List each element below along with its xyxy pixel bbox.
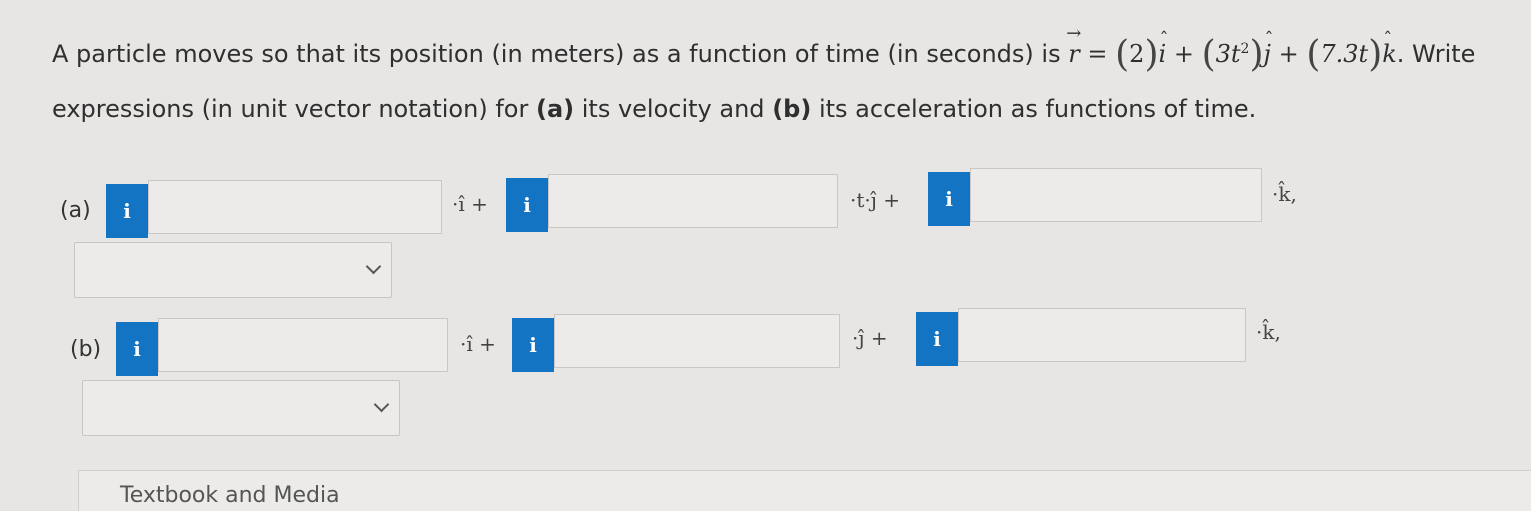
problem-text: A particle moves so that its position (i…: [52, 40, 1061, 68]
acceleration-i-input[interactable]: [158, 318, 448, 372]
info-icon[interactable]: i: [512, 318, 554, 372]
info-icon[interactable]: i: [506, 178, 548, 232]
info-icon[interactable]: i: [916, 312, 958, 366]
unit-j-hat: ·ĵ +: [852, 326, 888, 350]
acceleration-j-input[interactable]: [554, 314, 840, 368]
problem-statement: A particle moves so that its position (i…: [52, 7, 1517, 136]
position-equation: r = (2)i + (3t2)j + (7.3t)k: [1066, 7, 1397, 75]
info-icon[interactable]: i: [106, 184, 148, 238]
velocity-units-select[interactable]: [74, 242, 392, 298]
unit-i-hat: ·î +: [460, 332, 496, 356]
info-icon[interactable]: i: [116, 322, 158, 376]
part-b-label: (b): [70, 337, 102, 362]
velocity-j-input[interactable]: [548, 174, 838, 228]
vector-r: r: [1066, 7, 1082, 81]
acceleration-units-select[interactable]: [82, 380, 400, 436]
chevron-down-icon: [373, 396, 390, 413]
velocity-i-input[interactable]: [148, 180, 442, 234]
unit-k-hat: ·k̂,: [1272, 182, 1297, 206]
acceleration-k-input[interactable]: [958, 308, 1246, 362]
unit-i-hat: ·î +: [452, 192, 488, 216]
unit-k-hat: ·k̂,: [1256, 320, 1281, 344]
info-icon[interactable]: i: [928, 172, 970, 226]
velocity-k-input[interactable]: [970, 168, 1262, 222]
chevron-down-icon: [365, 258, 382, 275]
part-a-label: (a): [60, 198, 91, 223]
unit-t-j-hat: ·t·ĵ +: [850, 188, 901, 212]
